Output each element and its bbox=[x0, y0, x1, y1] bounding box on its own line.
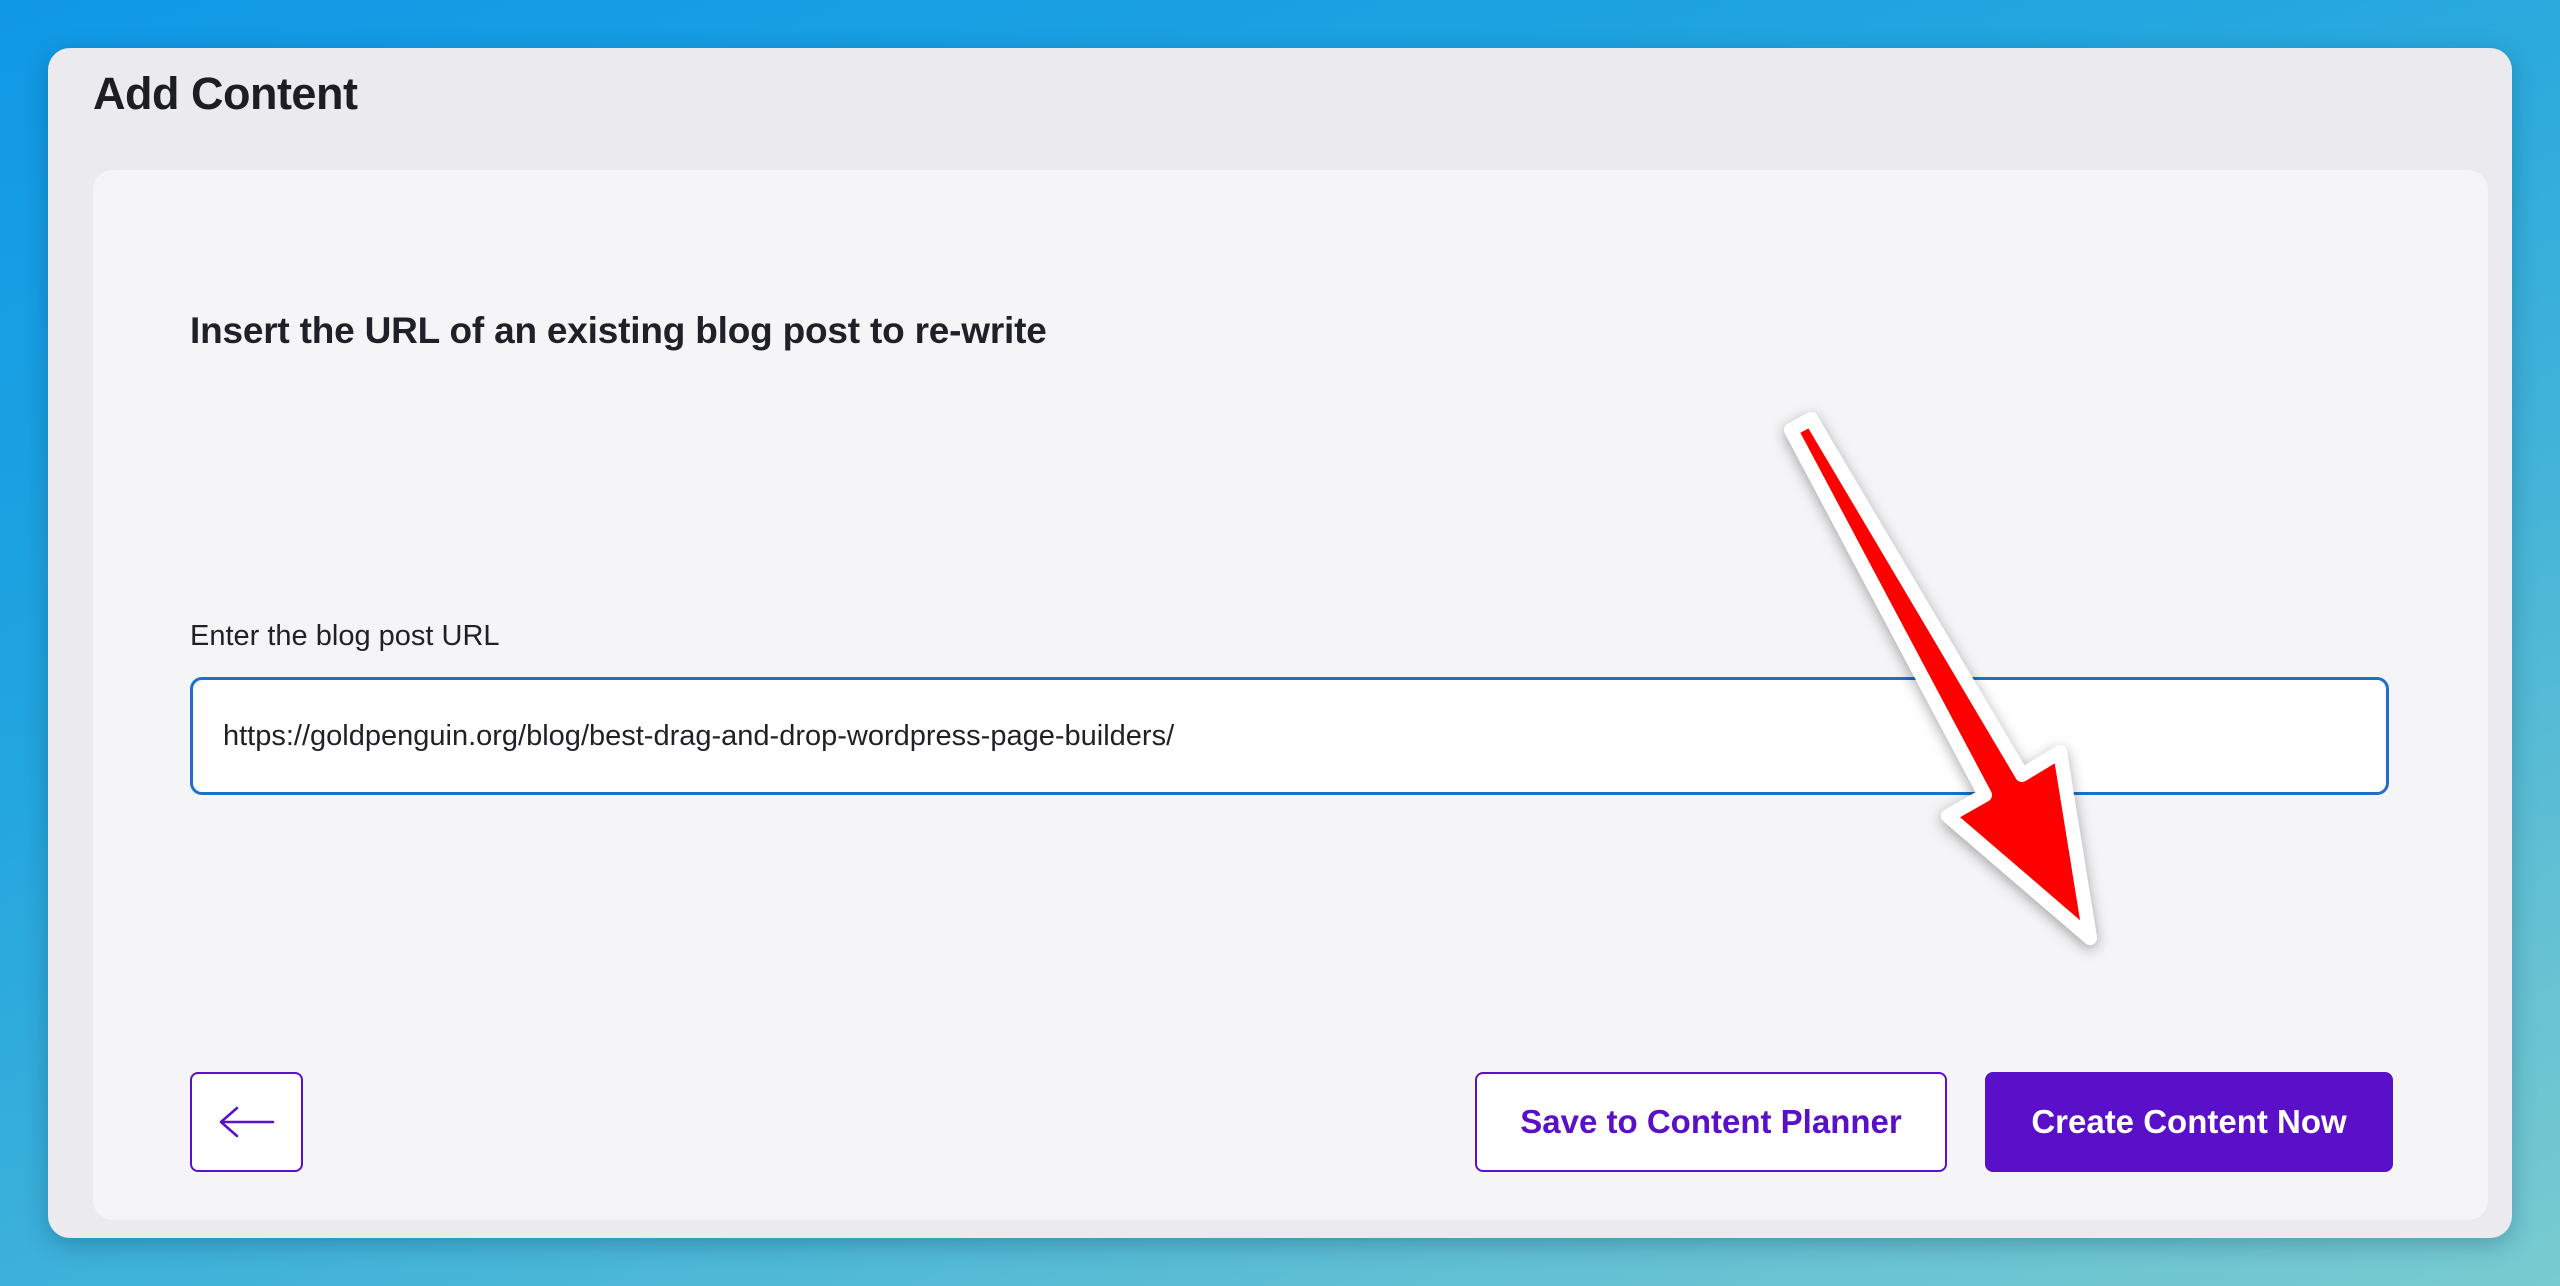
form-heading: Insert the URL of an existing blog post … bbox=[190, 310, 1047, 351]
create-content-now-button[interactable]: Create Content Now bbox=[1985, 1072, 2393, 1172]
red-arrow-pointer-icon bbox=[1784, 412, 2097, 945]
back-button[interactable] bbox=[190, 1072, 303, 1172]
arrow-left-icon bbox=[219, 1106, 274, 1138]
save-to-content-planner-button[interactable]: Save to Content Planner bbox=[1475, 1072, 1947, 1172]
page-title: Add Content bbox=[93, 68, 358, 119]
url-field-label: Enter the blog post URL bbox=[190, 620, 500, 652]
add-content-window: Add Content Insert the URL of an existin… bbox=[48, 48, 2512, 1238]
